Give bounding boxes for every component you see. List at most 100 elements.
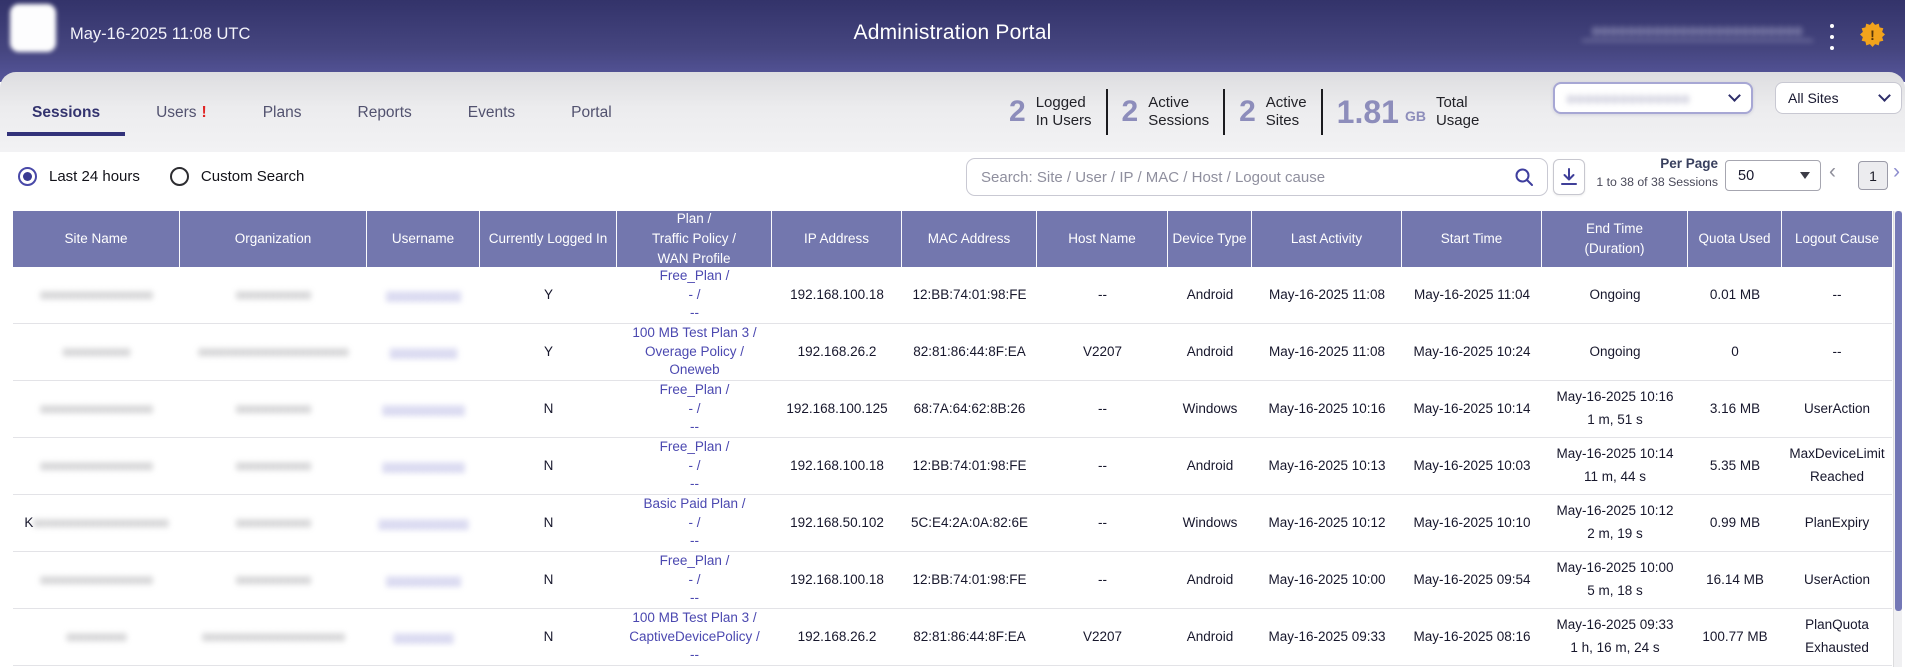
cell-last-activity: May-16-2025 11:08	[1252, 324, 1402, 380]
cell-host-name: --	[1037, 495, 1168, 551]
cell-ip-address: 192.168.100.18	[772, 438, 902, 494]
page-size-select[interactable]: 50	[1725, 160, 1821, 191]
column-header[interactable]: Site Name	[13, 211, 180, 267]
column-header[interactable]: MAC Address	[902, 211, 1037, 267]
column-header[interactable]: Start Time	[1402, 211, 1542, 267]
stat-label: Active Sessions	[1148, 94, 1209, 131]
cell-mac-address: 82:81:86:44:8F:EA	[902, 609, 1037, 665]
column-header[interactable]: Logout Cause	[1782, 211, 1892, 267]
next-page-button[interactable]: ›	[1893, 160, 1900, 184]
radio-selected-icon[interactable]	[18, 167, 37, 186]
cell-device-type: Android	[1168, 267, 1252, 323]
organization-dropdown[interactable]: oooooooooooooo	[1553, 82, 1753, 114]
column-header[interactable]: Username	[367, 211, 480, 267]
cell-quota-used: 0.01 MB	[1688, 267, 1782, 323]
download-icon	[1560, 167, 1578, 187]
radio-custom-search[interactable]: Custom Search	[170, 167, 304, 186]
tab-plans[interactable]: Plans	[238, 100, 327, 136]
column-header[interactable]: Organization	[180, 211, 367, 267]
username-link-blurred[interactable]: oooooooooo	[386, 569, 461, 592]
radio-last-24-hours[interactable]: Last 24 hours	[18, 167, 140, 186]
username-link-blurred[interactable]: oooooooooooo	[378, 512, 468, 535]
previous-page-button[interactable]: ‹	[1829, 160, 1836, 184]
username-link-blurred[interactable]: oooooooooo	[386, 284, 461, 307]
tab-sessions[interactable]: Sessions	[7, 100, 125, 136]
cell-logout-cause: --	[1782, 324, 1892, 380]
cell-ip-address: 192.168.100.18	[772, 267, 902, 323]
cell-last-activity: May-16-2025 11:08	[1252, 267, 1402, 323]
search-icon[interactable]	[1514, 167, 1534, 187]
cell-username: oooooooo	[367, 609, 480, 665]
cell-plan-link[interactable]: Free_Plan / - / --	[617, 381, 772, 437]
download-button[interactable]	[1553, 159, 1585, 195]
sites-dropdown[interactable]: All Sites	[1775, 82, 1902, 114]
vertical-scrollbar[interactable]	[1893, 211, 1902, 667]
table-row[interactable]: ooooooooooooooo oooooooooo oooooooooo Y …	[13, 267, 1892, 324]
column-header[interactable]: Quota Used	[1688, 211, 1782, 267]
table-row[interactable]: K oooooooooooooooooo oooooooooo oooooooo…	[13, 495, 1892, 552]
kebab-menu-icon[interactable]	[1824, 22, 1840, 52]
column-header[interactable]: Plan / Traffic Policy / WAN Profile	[617, 211, 772, 267]
username-link-blurred[interactable]: ooooooooooo	[382, 398, 465, 421]
column-header[interactable]: Currently Logged In	[480, 211, 617, 267]
tab-reports[interactable]: Reports	[333, 100, 437, 136]
table-row[interactable]: ooooooooooooooo oooooooooo oooooooooo N …	[13, 552, 1892, 609]
cell-plan-link[interactable]: 100 MB Test Plan 3 / Overage Policy / On…	[617, 324, 772, 380]
nav-tabs: Sessions Users! Plans Reports Events Por…	[7, 100, 637, 136]
organization-blurred: oooooooooo	[236, 284, 311, 307]
chevron-down-icon	[1878, 89, 1891, 102]
column-header[interactable]: Host Name	[1037, 211, 1168, 267]
cell-end-time: May-16-2025 10:12 2 m, 19 s	[1542, 495, 1688, 551]
table-row[interactable]: oooooooo ooooooooooooooooooo oooooooo N …	[13, 609, 1892, 666]
cell-username: oooooooooo	[367, 552, 480, 608]
cell-last-activity: May-16-2025 09:33	[1252, 609, 1402, 665]
table-header-row: Site Name Organization Username Currentl…	[13, 211, 1892, 267]
cell-end-time: May-16-2025 10:00 5 m, 18 s	[1542, 552, 1688, 608]
cell-quota-used: 16.14 MB	[1688, 552, 1782, 608]
cell-plan-link[interactable]: Free_Plan / - / --	[617, 267, 772, 323]
table-row[interactable]: ooooooooooooooo oooooooooo ooooooooooo N…	[13, 438, 1892, 495]
tab-events[interactable]: Events	[443, 100, 540, 136]
table-row[interactable]: ooooooooooooooo oooooooooo ooooooooooo N…	[13, 381, 1892, 438]
cell-host-name: --	[1037, 552, 1168, 608]
cell-quota-used: 0.99 MB	[1688, 495, 1782, 551]
stat-logged-in-users: 2 Logged In Users	[995, 94, 1106, 131]
cell-end-time: Ongoing	[1542, 267, 1688, 323]
cell-start-time: May-16-2025 10:10	[1402, 495, 1542, 551]
cell-username: oooooooooo	[367, 267, 480, 323]
column-header[interactable]: End Time (Duration)	[1542, 211, 1688, 267]
radio-unselected-icon[interactable]	[170, 167, 189, 186]
current-page-button[interactable]: 1	[1858, 161, 1888, 190]
username-link-blurred[interactable]: ooooooooooo	[382, 455, 465, 478]
cell-username: ooooooooooo	[367, 438, 480, 494]
cell-start-time: May-16-2025 09:54	[1402, 552, 1542, 608]
column-header[interactable]: Device Type	[1168, 211, 1252, 267]
organization-blurred: oooooooooo	[236, 398, 311, 421]
username-link-blurred[interactable]: ooooooooo	[390, 341, 458, 364]
cell-plan-link[interactable]: 100 MB Test Plan 3 / CaptiveDevicePolicy…	[617, 609, 772, 665]
cell-device-type: Android	[1168, 438, 1252, 494]
user-email-link-blurred[interactable]: oooooooooooooooooooooooo	[1582, 22, 1813, 41]
cell-plan-link[interactable]: Free_Plan / - / --	[617, 552, 772, 608]
cell-currently-logged-in: N	[480, 609, 617, 665]
cell-site-name: oooooooo	[13, 609, 180, 665]
cell-plan-link[interactable]: Basic Paid Plan / - / --	[617, 495, 772, 551]
pagination-summary: Per Page 1 to 38 of 38 Sessions	[1585, 156, 1718, 189]
cell-plan-link[interactable]: Free_Plan / - / --	[617, 438, 772, 494]
scrollbar-thumb[interactable]	[1895, 211, 1902, 611]
cell-device-type: Windows	[1168, 381, 1252, 437]
cell-mac-address: 12:BB:74:01:98:FE	[902, 438, 1037, 494]
column-header[interactable]: Last Activity	[1252, 211, 1402, 267]
cell-organization: oooooooooo	[180, 267, 367, 323]
search-input[interactable]	[966, 158, 1548, 196]
table-row[interactable]: ooooooooo oooooooooooooooooooo ooooooooo…	[13, 324, 1892, 381]
tab-portal[interactable]: Portal	[546, 100, 637, 136]
cell-logout-cause: PlanExpiry	[1782, 495, 1892, 551]
column-header[interactable]: IP Address	[772, 211, 902, 267]
username-link-blurred[interactable]: oooooooo	[393, 626, 453, 649]
stat-label: Logged In Users	[1036, 94, 1092, 131]
cell-last-activity: May-16-2025 10:13	[1252, 438, 1402, 494]
cell-host-name: --	[1037, 267, 1168, 323]
tab-users[interactable]: Users!	[131, 100, 232, 136]
per-page-label: Per Page	[1585, 156, 1718, 171]
